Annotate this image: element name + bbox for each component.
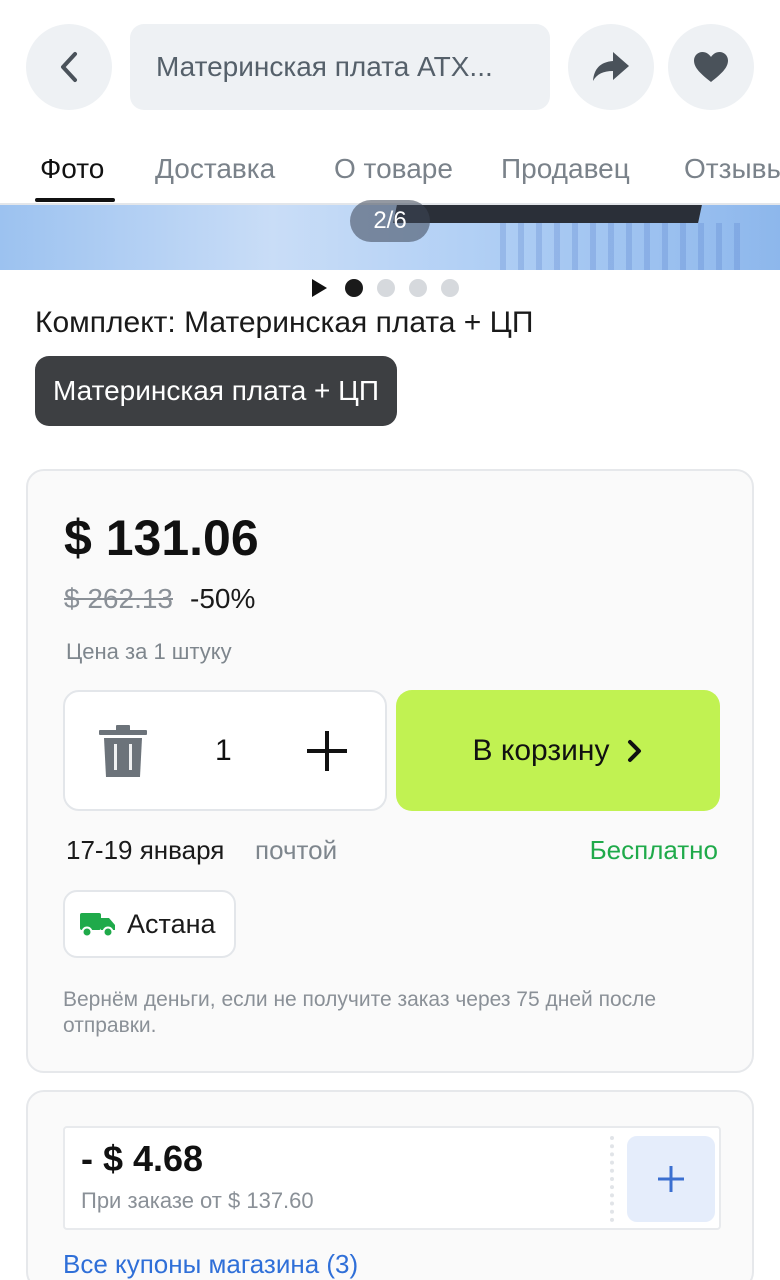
add-to-cart-label: В корзину — [472, 733, 610, 767]
gallery-dot[interactable] — [345, 279, 363, 297]
gallery-indicator — [312, 278, 459, 298]
variant-title: Комплект: Материнская плата + ЦП — [35, 306, 534, 339]
tab-delivery[interactable]: Доставка — [155, 153, 275, 185]
search-field[interactable]: Материнская плата ATX... — [130, 24, 550, 110]
current-price: $ 131.06 — [64, 510, 259, 566]
play-icon[interactable] — [312, 279, 327, 297]
refund-guarantee-note: Вернём деньги, если не получите заказ че… — [63, 988, 657, 1037]
delivery-city-label: Астана — [127, 908, 216, 939]
photo-board-edge — [393, 205, 702, 223]
quantity-value: 1 — [215, 734, 232, 767]
tab-reviews[interactable]: Отзывы — [684, 153, 780, 185]
chevron-left-icon — [61, 52, 77, 82]
back-button[interactable] — [26, 24, 112, 110]
plus-icon — [658, 1166, 684, 1192]
coupon-amount: - $ 4.68 — [81, 1138, 204, 1179]
discount-percent: -50% — [190, 583, 256, 614]
delivery-cost: Бесплатно — [589, 835, 718, 865]
quantity-stepper: 1 — [63, 690, 387, 811]
photo-circuit-detail — [500, 223, 740, 270]
share-arrow-icon — [593, 52, 629, 81]
coupon-divider — [610, 1136, 614, 1222]
plus-icon[interactable] — [305, 729, 349, 778]
truck-icon — [80, 913, 115, 938]
heart-icon — [694, 52, 728, 82]
trash-icon[interactable] — [97, 725, 149, 784]
gallery-dot[interactable] — [377, 279, 395, 297]
variant-chip-label: Материнская плата + ЦП — [53, 375, 380, 406]
delivery-date: 17-19 января — [66, 835, 225, 865]
coupon-item: - $ 4.68 При заказе от $ 137.60 — [63, 1126, 721, 1230]
variant-chip-selected[interactable]: Материнская плата + ЦП — [35, 356, 398, 426]
delivery-method: почтой — [255, 835, 338, 865]
coupon-condition: При заказе от $ 137.60 — [81, 1188, 314, 1213]
tab-photo[interactable]: Фото — [40, 153, 104, 185]
top-bar: Материнская плата ATX... — [0, 0, 780, 135]
coupon-card: - $ 4.68 При заказе от $ 137.60 Все купо… — [26, 1090, 754, 1280]
all-coupons-link[interactable]: Все купоны магазина (3) — [63, 1249, 358, 1280]
search-text: Материнская плата ATX... — [156, 51, 493, 82]
photo-counter: 2/6 — [350, 200, 430, 242]
gallery-dot[interactable] — [441, 279, 459, 297]
chevron-right-icon — [628, 739, 642, 762]
tab-about-product[interactable]: О товаре — [334, 153, 453, 185]
delivery-city-chip[interactable]: Астана — [63, 890, 236, 958]
favorite-button[interactable] — [668, 24, 754, 110]
active-tab-indicator — [35, 198, 115, 202]
old-price: $ 262.13 — [64, 583, 173, 614]
gallery-dot[interactable] — [409, 279, 427, 297]
tab-seller[interactable]: Продавец — [501, 153, 630, 185]
unit-price-note: Цена за 1 штуку — [66, 639, 232, 664]
add-coupon-button[interactable] — [627, 1136, 715, 1222]
share-button[interactable] — [568, 24, 654, 110]
section-tabs: Фото Доставка О товаре Продавец Отзывы — [0, 135, 780, 205]
add-to-cart-button[interactable]: В корзину — [396, 690, 720, 811]
price-card: $ 131.06 $ 262.13 -50% Цена за 1 штуку 1… — [26, 469, 754, 1073]
